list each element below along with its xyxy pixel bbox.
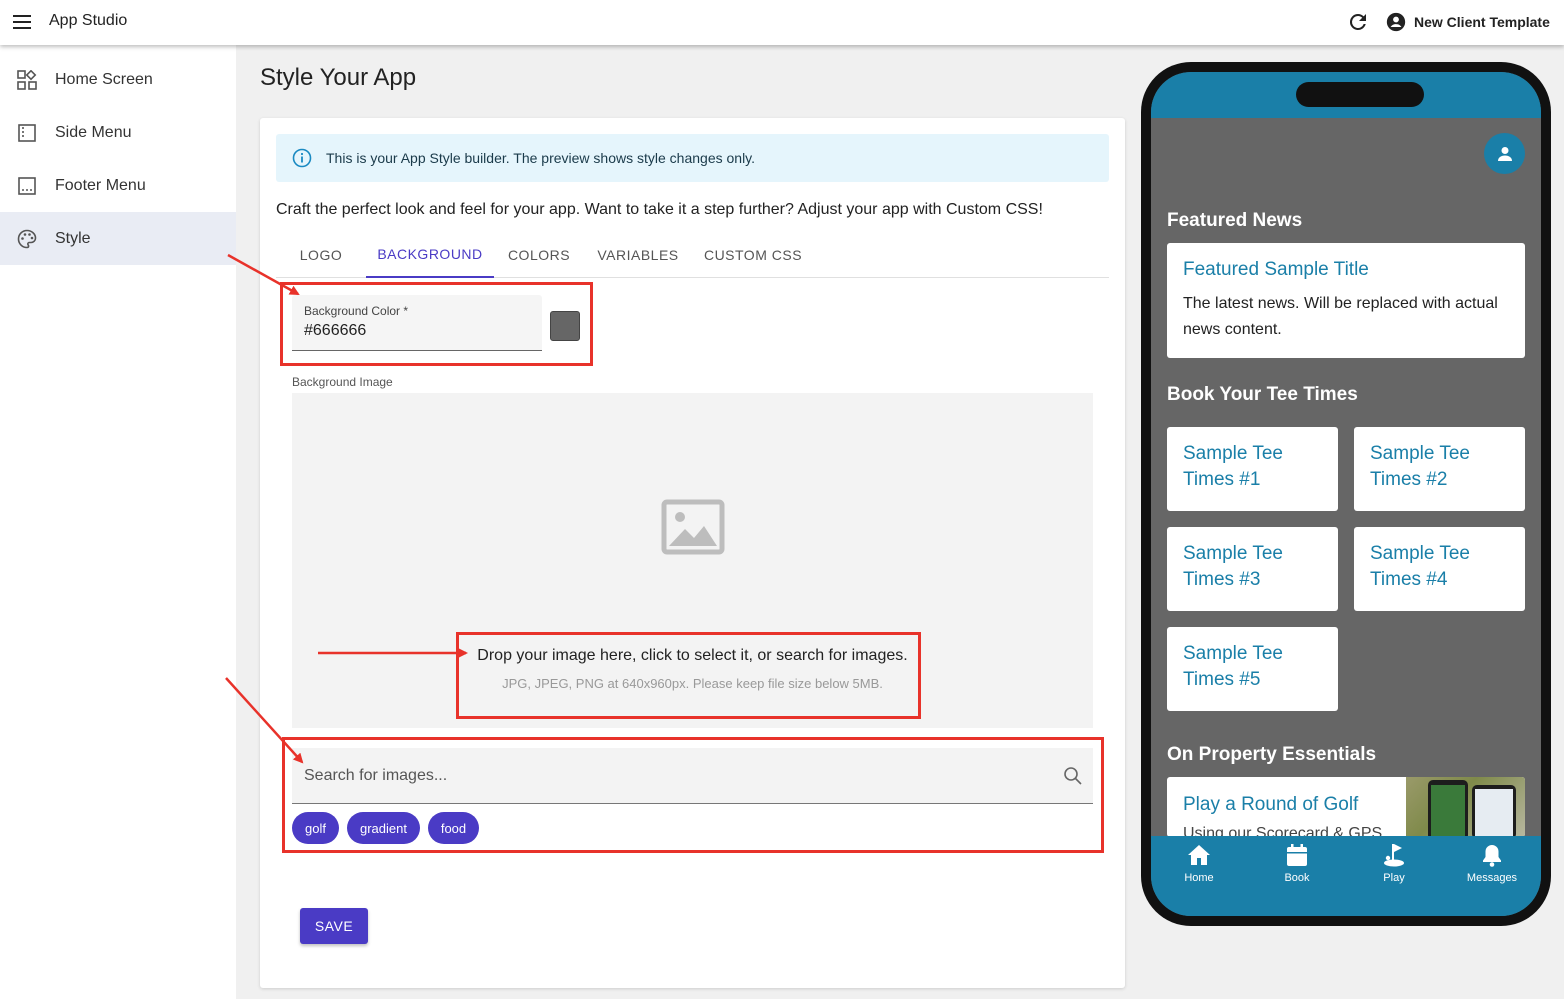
sidebar-item-style[interactable]: Style [0,212,236,265]
calendar-icon [1287,844,1307,866]
nav-label: Book [1284,872,1310,884]
sidebar: Home Screen Side Menu Footer Menu Style [0,45,236,999]
phone-notch [1296,82,1424,107]
home-icon [1188,845,1210,865]
nav-label: Home [1184,872,1214,884]
featured-news-card[interactable]: Featured Sample Title The latest news. W… [1167,243,1525,358]
card-title: Sample Tee Times #5 [1183,643,1283,690]
sidebar-item-label: Style [55,229,91,247]
image-dropzone[interactable]: Drop your image here, click to select it… [292,393,1093,728]
background-color-label: Background Color * [304,304,409,318]
page-title: Style Your App [260,64,417,91]
nav-play[interactable]: Play [1354,842,1434,888]
sidebar-item-label: Home Screen [55,70,153,88]
card-title: Featured Sample Title [1183,259,1369,280]
card-title: Sample Tee Times #1 [1183,443,1283,490]
nav-book[interactable]: Book [1257,842,1337,888]
section-tee-times: Book Your Tee Times [1167,384,1358,405]
sidebar-item-home-screen[interactable]: Home Screen [0,53,236,106]
template-name[interactable]: New Client Template [1414,14,1550,30]
search-icon[interactable] [1063,766,1083,786]
side-menu-icon [18,123,36,142]
phone-preview: Featured News Featured Sample Title The … [1141,62,1551,926]
card-title: Sample Tee Times #4 [1370,543,1470,590]
image-search-input[interactable] [292,748,1052,804]
nav-home[interactable]: Home [1159,842,1239,888]
sidebar-item-side-menu[interactable]: Side Menu [0,106,236,159]
sidebar-item-label: Side Menu [55,123,132,141]
dropzone-text: Drop your image here, click to select it… [477,647,908,664]
tab-custom-css[interactable]: CUSTOM CSS [692,232,814,278]
tee-time-card[interactable]: Sample Tee Times #4 [1354,527,1525,611]
tee-time-card[interactable]: Sample Tee Times #1 [1167,427,1338,511]
tee-time-card[interactable]: Sample Tee Times #2 [1354,427,1525,511]
nav-label: Play [1383,872,1405,884]
palette-icon [17,229,37,248]
tab-background[interactable]: BACKGROUND [366,232,494,278]
dashboard-icon [17,69,37,90]
card-title: Sample Tee Times #3 [1183,543,1283,590]
tee-time-card[interactable]: Sample Tee Times #3 [1167,527,1338,611]
bottom-navigation: Home Book Play Messages [1151,836,1541,916]
background-image-label: Background Image [292,375,393,389]
background-color-value: #666666 [304,322,367,339]
sidebar-item-label: Footer Menu [55,176,146,194]
bell-icon [1483,845,1501,867]
style-tabs: LOGO BACKGROUND COLORS VARIABLES CUSTOM … [276,232,1109,278]
tab-variables[interactable]: VARIABLES [584,232,692,278]
section-essentials: On Property Essentials [1167,744,1377,765]
info-alert: This is your App Style builder. The prev… [276,134,1109,182]
section-featured-news: Featured News [1167,210,1303,231]
chip-gradient[interactable]: gradient [347,812,420,844]
dropzone-hint: JPG, JPEG, PNG at 640x960px. Please keep… [502,676,883,691]
refresh-icon[interactable] [1346,10,1370,34]
intro-text: Craft the perfect look and feel for your… [276,201,1043,218]
chip-golf[interactable]: golf [292,812,339,844]
image-placeholder-icon [661,499,725,555]
tab-logo[interactable]: LOGO [276,232,366,278]
info-text: This is your App Style builder. The prev… [326,150,756,166]
color-swatch[interactable] [550,311,580,341]
info-icon [292,148,312,168]
nav-label: Messages [1466,872,1518,884]
card-title: Sample Tee Times #2 [1370,443,1470,490]
chip-food[interactable]: food [428,812,479,844]
golf-app-thumbnail [1406,777,1525,837]
nav-messages[interactable]: Messages [1452,842,1532,888]
golf-flag-icon [1384,844,1404,867]
image-search-field [292,748,1093,804]
profile-avatar-icon[interactable] [1484,133,1525,174]
sidebar-item-footer-menu[interactable]: Footer Menu [0,159,236,212]
background-color-field[interactable]: Background Color * #666666 [292,295,542,351]
hamburger-menu-icon[interactable] [13,11,35,33]
essentials-card[interactable]: Play a Round of Golf Using our Scorecard… [1167,777,1525,837]
tee-time-card[interactable]: Sample Tee Times #5 [1167,627,1338,711]
card-body: The latest news. Will be replaced with a… [1183,295,1498,338]
save-button[interactable]: SAVE [300,908,368,944]
tab-colors[interactable]: COLORS [494,232,584,278]
top-app-bar: App Studio New Client Template [0,0,1564,45]
account-circle-icon[interactable] [1386,12,1406,32]
phone-screen: Featured News Featured Sample Title The … [1151,72,1541,916]
app-title: App Studio [49,12,128,29]
footer-menu-icon [18,176,36,195]
card-title: Play a Round of Golf [1183,794,1359,815]
